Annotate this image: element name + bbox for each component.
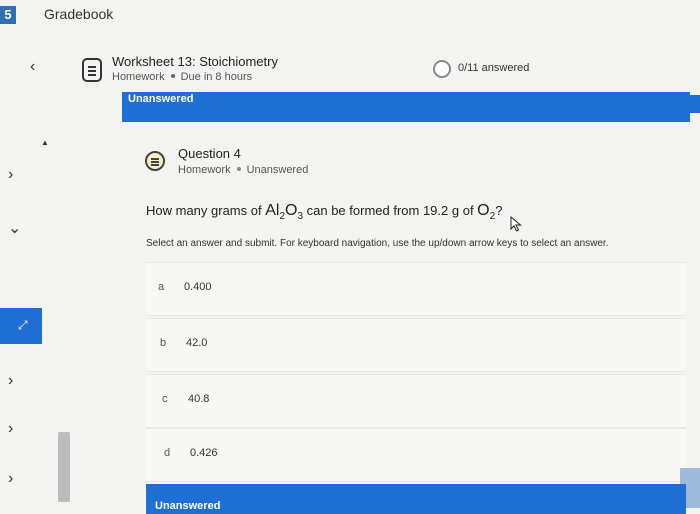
question-text-prefix: How many grams of — [146, 203, 266, 218]
answer-letter: c — [162, 393, 168, 405]
expand-arrows-icon: ⤢ — [18, 318, 28, 332]
answer-value: 42.0 — [186, 337, 208, 349]
answer-option-d[interactable]: d 0.426 — [146, 428, 686, 482]
answer-value: 0.426 — [190, 447, 218, 459]
app-title: Gradebook — [44, 6, 114, 22]
reactant-formula: O2 — [477, 202, 495, 222]
question-text-middle: can be formed from 19.2 g of — [303, 203, 478, 218]
question-meta: Homework Unanswered — [178, 164, 308, 176]
progress-ring-icon — [433, 60, 451, 78]
mouse-pointer-icon — [510, 216, 522, 232]
footer-status-bar — [146, 484, 686, 514]
rail-chevron-right-icon[interactable]: › — [8, 420, 13, 438]
scroll-up-arrow-icon[interactable]: ▲ — [41, 138, 49, 147]
answer-option-b[interactable]: b 42.0 — [146, 318, 686, 372]
compound-element: Al — [265, 202, 280, 219]
answer-option-c[interactable]: c 40.8 — [146, 374, 686, 428]
worksheet-type: Homework — [112, 71, 165, 83]
compound-element: O — [285, 202, 298, 219]
worksheet-due: Due in 8 hours — [180, 71, 253, 83]
answer-value: 0.400 — [184, 281, 212, 293]
answer-letter: d — [164, 447, 171, 459]
tab-number-badge: 5 — [0, 6, 16, 24]
document-icon — [82, 58, 102, 82]
back-chevron-icon[interactable]: ‹ — [30, 58, 35, 76]
scrollbar[interactable] — [58, 432, 70, 502]
status-banner-edge — [690, 95, 700, 113]
separator-dot-icon — [170, 74, 175, 78]
question-status: Unanswered — [246, 164, 309, 176]
answer-letter: a — [158, 281, 165, 293]
answer-letter: b — [160, 337, 167, 349]
rail-chevron-down-icon[interactable]: ⌄ — [8, 218, 21, 238]
status-banner — [122, 92, 690, 122]
worksheet-meta: Homework Due in 8 hours — [112, 71, 252, 83]
separator-dot-icon — [236, 167, 241, 171]
question-text-suffix: ? — [495, 203, 503, 218]
rail-chevron-right-icon[interactable]: › — [8, 470, 13, 488]
rail-chevron-right-icon[interactable]: › — [8, 372, 13, 390]
status-banner-label: Unanswered — [128, 93, 194, 102]
worksheet-title: Worksheet 13: Stoichiometry — [112, 54, 278, 69]
footer-status-label: Unanswered — [155, 500, 221, 512]
answer-option-a[interactable]: a 0.400 — [146, 262, 686, 316]
question-text: How many grams of Al2O3 can be formed fr… — [146, 202, 502, 222]
answer-value: 40.8 — [188, 393, 210, 405]
progress-text: 0/11 answered — [458, 62, 530, 74]
rail-chevron-right-icon[interactable]: › — [8, 166, 13, 184]
answer-instructions: Select an answer and submit. For keyboar… — [146, 238, 609, 249]
reactant-element: O — [477, 202, 490, 219]
compound-formula: Al2O3 — [265, 202, 303, 222]
question-title: Question 4 — [178, 146, 241, 161]
question-type: Homework — [178, 164, 231, 176]
question-list-icon — [145, 151, 165, 171]
